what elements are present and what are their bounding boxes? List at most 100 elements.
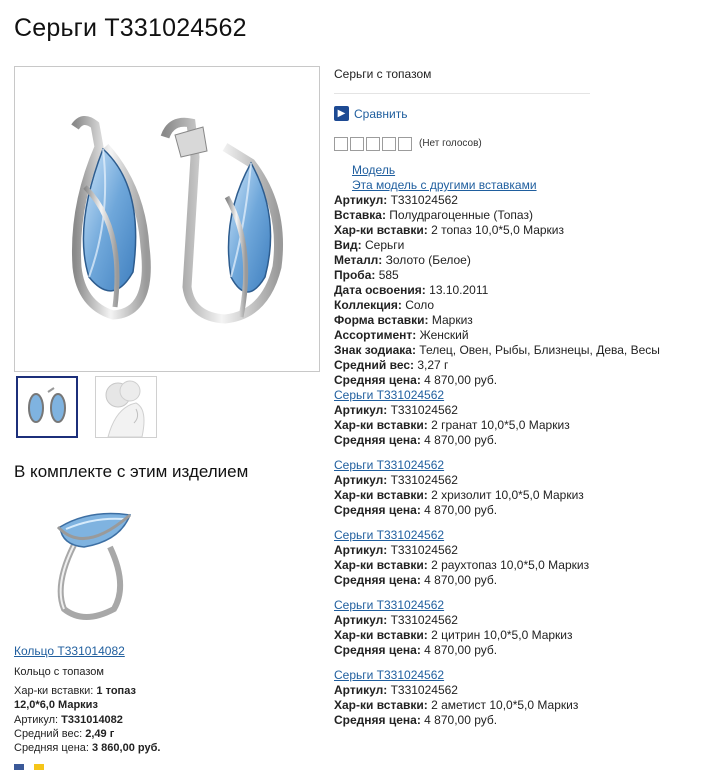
spec-row: Средняя цена: 4 870,00 руб. [334, 373, 660, 388]
variant-row: Средняя цена: 4 870,00 руб. [334, 503, 584, 518]
thumbnail-earrings[interactable] [16, 376, 78, 438]
variant-row: Хар-ки вставки: 2 цитрин 10,0*5,0 Маркиз [334, 628, 573, 643]
variant-value: 2 цитрин 10,0*5,0 Маркиз [427, 628, 573, 642]
share-facebook-icon[interactable] [14, 764, 24, 770]
spec-label: Металл: [334, 253, 383, 267]
spec-value: 3,27 г [414, 358, 449, 372]
variant-row: Артикул: T331024562 [334, 683, 578, 698]
rating-star-5[interactable] [398, 137, 412, 151]
thumbnail-model-view[interactable] [95, 376, 157, 438]
variant-label: Хар-ки вставки: [334, 558, 428, 572]
variant-link[interactable]: Серьги T331024562 [334, 458, 584, 473]
spec-label: Знак зодиака: [334, 343, 416, 357]
variant-row: Средняя цена: 4 870,00 руб. [334, 433, 570, 448]
variant-value: 4 870,00 руб. [420, 573, 498, 587]
ring-image[interactable] [44, 505, 144, 625]
variant-label: Артикул: [334, 403, 388, 417]
product-subtitle: Серьги с топазом [334, 67, 432, 81]
ring-price-value: 3 860,00 руб. [88, 742, 161, 754]
spec-label: Проба: [334, 268, 376, 282]
spec-label: Хар-ки вставки: [334, 223, 428, 237]
spec-value: 4 870,00 руб. [420, 373, 498, 387]
spec-value: Маркиз [428, 313, 473, 327]
spec-label: Средняя цена: [334, 373, 421, 387]
spec-value: Соло [401, 298, 435, 312]
rating-star-4[interactable] [382, 137, 396, 151]
ring-link[interactable]: Кольцо T331014082 [14, 644, 125, 658]
spec-label: Вставка: [334, 208, 386, 222]
variant-row: Средняя цена: 4 870,00 руб. [334, 573, 589, 588]
spec-value: T331024562 [387, 193, 458, 207]
variant-link[interactable]: Серьги T331024562 [334, 598, 573, 613]
variant-row: Артикул: T331024562 [334, 403, 570, 418]
variant-value: T331024562 [387, 403, 458, 417]
variant-block: Серьги T331024562 Артикул: T331024562 Ха… [334, 388, 570, 448]
spec-label: Средний вес: [334, 358, 415, 372]
ring-insert-value: 1 топаз [93, 685, 136, 697]
spec-row: Металл: Золото (Белое) [334, 253, 660, 268]
variant-row: Артикул: T331024562 [334, 613, 573, 628]
share-star-icon[interactable] [34, 764, 44, 770]
product-main-image[interactable] [14, 66, 320, 372]
variant-block: Серьги T331024562 Артикул: T331024562 Ха… [334, 598, 573, 658]
spec-row: Ассортимент: Женский [334, 328, 660, 343]
variant-value: 4 870,00 руб. [420, 433, 498, 447]
spec-value: Телец, Овен, Рыбы, Близнецы, Дева, Весы [415, 343, 660, 357]
variant-value: 4 870,00 руб. [420, 643, 498, 657]
spec-value: 585 [375, 268, 399, 282]
variant-value: T331024562 [387, 543, 458, 557]
ring-article-spec: Артикул: T331014082 [14, 713, 123, 727]
variant-label: Средняя цена: [334, 503, 421, 517]
spec-row: Вид: Серьги [334, 238, 660, 253]
variant-value: 2 аметист 10,0*5,0 Маркиз [427, 698, 579, 712]
ring-weight-label: Средний вес: [14, 728, 83, 740]
spec-row: Хар-ки вставки: 2 топаз 10,0*5,0 Маркиз [334, 223, 660, 238]
variant-label: Средняя цена: [334, 573, 421, 587]
compare-button[interactable]: ▶ Сравнить [334, 106, 407, 121]
spec-row: Коллекция: Соло [334, 298, 660, 313]
variant-value: 2 гранат 10,0*5,0 Маркиз [427, 418, 570, 432]
spec-row: Знак зодиака: Телец, Овен, Рыбы, Близнец… [334, 343, 660, 358]
ring-article-label: Артикул: [14, 714, 59, 726]
variant-label: Артикул: [334, 613, 388, 627]
rating-star-2[interactable] [350, 137, 364, 151]
arrow-right-icon: ▶ [334, 106, 349, 121]
spec-row: Форма вставки: Маркиз [334, 313, 660, 328]
variant-link[interactable]: Серьги T331024562 [334, 528, 589, 543]
variant-label: Хар-ки вставки: [334, 628, 428, 642]
variant-label: Артикул: [334, 683, 388, 697]
variant-value: 4 870,00 руб. [420, 503, 498, 517]
rating-star-1[interactable] [334, 137, 348, 151]
spec-row: Вставка: Полудрагоценные (Топаз) [334, 208, 660, 223]
variant-value: T331024562 [387, 683, 458, 697]
variant-row: Артикул: T331024562 [334, 473, 584, 488]
page-title: Серьги T331024562 [14, 14, 247, 42]
ring-price-spec: Средняя цена: 3 860,00 руб. [14, 741, 160, 755]
rating-star-3[interactable] [366, 137, 380, 151]
variant-link[interactable]: Серьги T331024562 [334, 388, 570, 403]
variant-value: T331024562 [387, 613, 458, 627]
variant-value: 2 раухтопаз 10,0*5,0 Маркиз [427, 558, 590, 572]
ring-article-value: T331014082 [58, 714, 123, 726]
other-inserts-link[interactable]: Эта модель с другими вставками [352, 178, 537, 192]
spec-row: Артикул: T331024562 [334, 193, 660, 208]
model-link[interactable]: Модель [352, 163, 395, 177]
spec-row: Проба: 585 [334, 268, 660, 283]
rating-stars[interactable] [334, 137, 414, 151]
spec-value: 13.10.2011 [425, 283, 489, 297]
variant-value: 4 870,00 руб. [420, 713, 498, 727]
spec-value: Полудрагоценные (Топаз) [385, 208, 533, 222]
variant-link[interactable]: Серьги T331024562 [334, 668, 578, 683]
variant-label: Артикул: [334, 473, 388, 487]
variant-label: Средняя цена: [334, 643, 421, 657]
variant-label: Хар-ки вставки: [334, 418, 428, 432]
variant-row: Хар-ки вставки: 2 раухтопаз 10,0*5,0 Мар… [334, 558, 589, 573]
spec-value: 2 топаз 10,0*5,0 Маркиз [427, 223, 565, 237]
variant-block: Серьги T331024562 Артикул: T331024562 Ха… [334, 668, 578, 728]
ring-weight-spec: Средний вес: 2,49 г [14, 727, 114, 741]
variant-label: Средняя цена: [334, 713, 421, 727]
variant-label: Артикул: [334, 543, 388, 557]
variant-label: Хар-ки вставки: [334, 488, 428, 502]
spec-label: Ассортимент: [334, 328, 417, 342]
variant-row: Артикул: T331024562 [334, 543, 589, 558]
